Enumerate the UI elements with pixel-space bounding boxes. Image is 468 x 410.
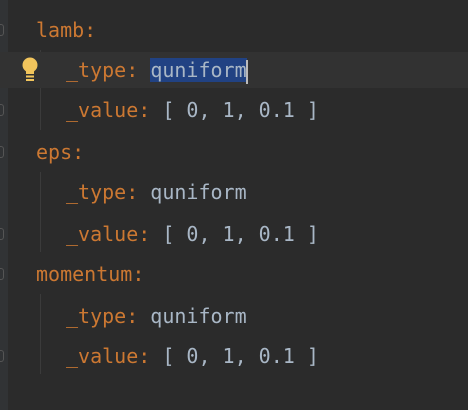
yaml-editor[interactable]: lamb: _type: quniform _value: [ 0, 1, 0.… <box>0 0 468 410</box>
code-line[interactable]: _type: quniform <box>0 298 468 334</box>
yaml-key: _value <box>66 98 139 122</box>
yaml-value: quniform <box>138 304 247 328</box>
code-line-current[interactable]: _type: quniform <box>0 52 468 88</box>
yaml-key: momentum <box>36 262 133 286</box>
yaml-key: _type <box>66 180 127 204</box>
code-line[interactable]: momentum: <box>0 256 468 292</box>
lightbulb-icon[interactable] <box>21 57 39 83</box>
yaml-key: lamb <box>36 18 85 42</box>
yaml-colon: : <box>126 304 139 328</box>
code-line[interactable]: _value: [ 0, 1, 0.1 ] <box>0 338 468 374</box>
fold-marker-icon[interactable] <box>0 24 4 36</box>
fold-marker-icon[interactable] <box>0 350 4 362</box>
yaml-key: _value <box>66 222 139 246</box>
code-line[interactable]: lamb: <box>0 12 468 48</box>
text-caret <box>245 59 248 84</box>
fold-marker-icon[interactable] <box>0 146 4 158</box>
yaml-key: _type <box>66 58 127 82</box>
fold-marker-icon[interactable] <box>0 104 4 116</box>
yaml-key: eps <box>36 140 73 164</box>
yaml-value: [ 0, 1, 0.1 ] <box>150 98 319 122</box>
yaml-colon: : <box>84 18 97 42</box>
code-line[interactable]: _value: [ 0, 1, 0.1 ] <box>0 92 468 128</box>
fold-marker-icon[interactable] <box>0 228 4 240</box>
yaml-value: [ 0, 1, 0.1 ] <box>150 344 319 368</box>
yaml-colon: : <box>138 98 151 122</box>
yaml-key: _type <box>66 304 127 328</box>
yaml-key: _value <box>66 344 139 368</box>
fold-marker-icon[interactable] <box>0 268 4 280</box>
code-line[interactable]: _type: quniform <box>0 174 468 210</box>
selected-text[interactable]: quniform <box>150 58 247 82</box>
yaml-value: quniform <box>138 180 247 204</box>
code-line[interactable]: _value: [ 0, 1, 0.1 ] <box>0 216 468 252</box>
yaml-colon: : <box>126 180 139 204</box>
yaml-colon: : <box>126 58 139 82</box>
yaml-value: [ 0, 1, 0.1 ] <box>150 222 319 246</box>
yaml-colon: : <box>138 344 151 368</box>
code-line[interactable]: eps: <box>0 134 468 170</box>
yaml-colon: : <box>72 140 85 164</box>
yaml-colon: : <box>132 262 145 286</box>
yaml-colon: : <box>138 222 151 246</box>
